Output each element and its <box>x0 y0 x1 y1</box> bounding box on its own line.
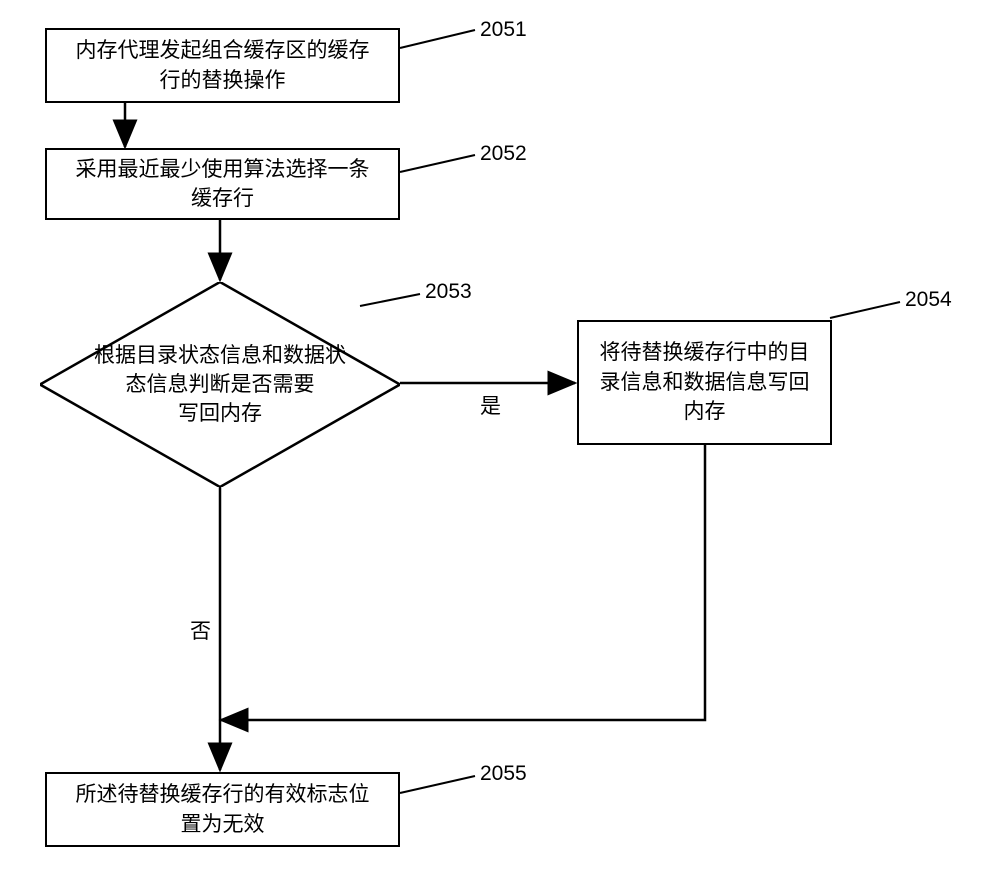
label-2055: 2055 <box>480 762 527 786</box>
process-box-2052: 采用最近最少使用算法选择一条 缓存行 <box>45 148 400 220</box>
process-box-2054: 将待替换缓存行中的目 录信息和数据信息写回 内存 <box>577 320 832 445</box>
box-text: 将待替换缓存行中的目 录信息和数据信息写回 内存 <box>600 338 810 426</box>
process-box-2055: 所述待替换缓存行的有效标志位 置为无效 <box>45 772 400 847</box>
decision-text: 根据目录状态信息和数据状 态信息判断是否需要 写回内存 <box>80 340 360 428</box>
box-text: 采用最近最少使用算法选择一条 缓存行 <box>76 155 370 214</box>
label-2053: 2053 <box>425 280 472 304</box>
decision-box-2053: 根据目录状态信息和数据状 态信息判断是否需要 写回内存 <box>40 282 400 487</box>
process-box-2051: 内存代理发起组合缓存区的缓存 行的替换操作 <box>45 28 400 103</box>
box-text: 所述待替换缓存行的有效标志位 置为无效 <box>76 780 370 839</box>
edge-label-no: 否 <box>190 615 211 645</box>
label-2054: 2054 <box>905 288 952 312</box>
edge-label-yes: 是 <box>480 390 501 420</box>
label-2051: 2051 <box>480 18 527 42</box>
box-text: 内存代理发起组合缓存区的缓存 行的替换操作 <box>76 36 370 95</box>
label-2052: 2052 <box>480 142 527 166</box>
